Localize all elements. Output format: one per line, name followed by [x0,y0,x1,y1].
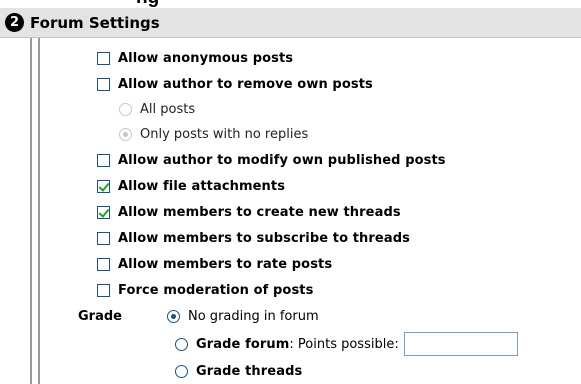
option-remove-no-replies[interactable]: Only posts with no replies [119,127,308,142]
option-file-attachments[interactable]: Allow file attachments [97,179,285,194]
option-grade-threads[interactable]: Grade threads [175,364,302,379]
grade-label: Grade [78,309,122,324]
page-heading-text: ng [136,0,159,8]
step-number-badge: 2 [5,13,24,32]
page-heading-fragment: ng [0,0,581,8]
section-title: Forum Settings [30,14,160,32]
option-rate-posts[interactable]: Allow members to rate posts [97,257,332,272]
author-remove-posts-checkbox[interactable] [97,78,110,91]
option-anonymous-posts[interactable]: Allow anonymous posts [97,51,293,66]
create-threads-label: Allow members to create new threads [118,205,401,220]
grade-threads-label: Grade threads [196,364,303,379]
option-author-modify-posts[interactable]: Allow author to modify own published pos… [97,153,446,168]
rate-posts-checkbox[interactable] [97,258,110,271]
points-possible-label: : Points possible: [289,336,399,352]
option-create-threads[interactable]: Allow members to create new threads [97,205,401,220]
anonymous-posts-checkbox[interactable] [97,52,110,65]
remove-all-posts-label: All posts [140,102,196,117]
remove-all-posts-radio[interactable] [119,103,132,116]
no-grading-label: No grading in forum [188,309,319,324]
points-possible-input[interactable] [403,332,518,356]
author-modify-posts-checkbox[interactable] [97,154,110,167]
anonymous-posts-label: Allow anonymous posts [118,51,294,66]
create-threads-checkbox[interactable] [97,206,110,219]
remove-no-replies-label: Only posts with no replies [140,127,309,142]
section-left-border [30,38,32,384]
section-header: 2 Forum Settings [0,8,581,38]
section-indent-border [38,38,40,384]
file-attachments-label: Allow file attachments [118,179,286,194]
remove-no-replies-radio[interactable] [119,128,132,141]
grade-forum-label: Grade forum [196,336,290,352]
grade-forum-radio[interactable] [175,337,188,351]
option-remove-all-posts[interactable]: All posts [119,102,195,117]
option-grade-forum[interactable]: Grade forum : Points possible: [175,332,518,356]
file-attachments-checkbox[interactable] [97,180,110,193]
force-moderation-checkbox[interactable] [97,284,110,297]
grade-threads-radio[interactable] [175,365,188,378]
rate-posts-label: Allow members to rate posts [118,257,333,272]
option-subscribe-threads[interactable]: Allow members to subscribe to threads [97,231,410,246]
subscribe-threads-label: Allow members to subscribe to threads [118,231,410,246]
subscribe-threads-checkbox[interactable] [97,232,110,245]
no-grading-radio[interactable] [167,310,180,323]
author-remove-posts-label: Allow author to remove own posts [118,77,373,92]
option-no-grading[interactable]: No grading in forum [167,309,319,324]
force-moderation-label: Force moderation of posts [118,283,314,298]
option-force-moderation[interactable]: Force moderation of posts [97,283,313,298]
option-author-remove-posts[interactable]: Allow author to remove own posts [97,77,373,92]
author-modify-posts-label: Allow author to modify own published pos… [118,153,446,168]
